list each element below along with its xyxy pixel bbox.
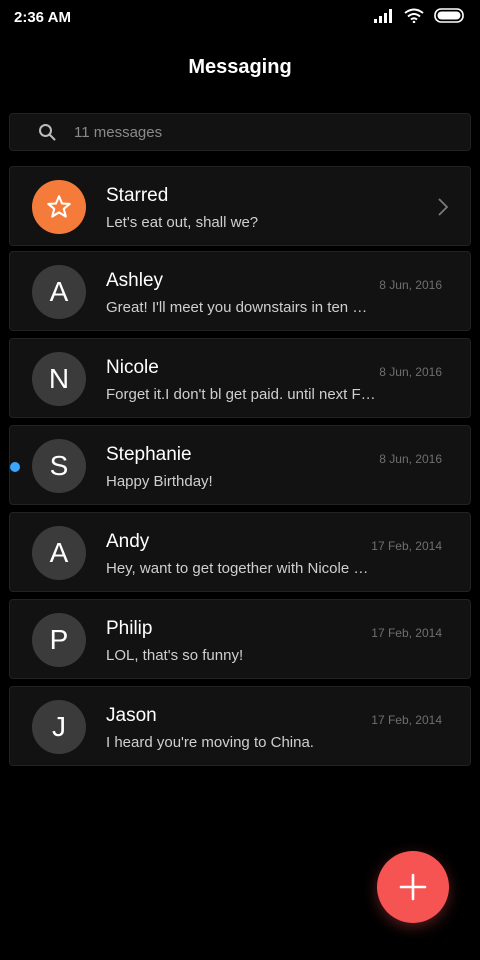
star-icon — [47, 195, 71, 218]
conversation-date: 8 Jun, 2016 — [379, 452, 442, 466]
conversation-name: Jason — [106, 705, 157, 726]
avatar: A — [32, 526, 86, 580]
conversation-snippet: I heard you're moving to China. — [106, 734, 314, 751]
status-icons — [374, 8, 466, 23]
page-title: Messaging — [188, 56, 292, 78]
search-bar[interactable]: 11 messages — [9, 113, 471, 151]
battery-icon — [434, 8, 464, 23]
conversation-snippet: Happy Birthday! — [106, 473, 213, 490]
conversation-date: 17 Feb, 2014 — [371, 626, 442, 640]
conversation-snippet: Let's eat out, shall we? — [106, 214, 259, 231]
conversation-name: Stephanie — [106, 444, 192, 465]
conversation-snippet: Forget it.I don't bl get paid. until nex… — [106, 386, 376, 403]
conversation-snippet: LOL, that's so funny! — [106, 647, 244, 664]
chevron-right-icon — [438, 198, 449, 216]
conversation-date: 17 Feb, 2014 — [371, 713, 442, 727]
conversation-name: Nicole — [106, 357, 159, 378]
conversation-name: Starred — [106, 185, 169, 206]
conversation-name: Philip — [106, 618, 153, 639]
search-placeholder: 11 messages — [74, 123, 163, 141]
plus-icon — [399, 873, 427, 901]
conversation-row[interactable]: A Andy 17 Feb, 2014 Hey, want to get tog… — [9, 512, 471, 592]
starred-row[interactable]: Starred Let's eat out, shall we? — [9, 166, 471, 246]
starred-avatar — [32, 180, 86, 234]
unread-indicator — [10, 462, 20, 472]
new-message-button[interactable] — [377, 851, 449, 923]
conversation-row[interactable]: P Philip 17 Feb, 2014 LOL, that's so fun… — [9, 599, 471, 679]
conversation-date: 17 Feb, 2014 — [371, 539, 442, 553]
wifi-icon — [404, 8, 424, 23]
conversation-row[interactable]: N Nicole 8 Jun, 2016 Forget it.I don't b… — [9, 338, 471, 418]
avatar: A — [32, 265, 86, 319]
conversation-snippet: Great! I'll meet you downstairs in ten … — [106, 299, 368, 316]
conversation-row[interactable]: J Jason 17 Feb, 2014 I heard you're movi… — [9, 686, 471, 766]
conversation-row[interactable]: S Stephanie 8 Jun, 2016 Happy Birthday! — [9, 425, 471, 505]
avatar: S — [32, 439, 86, 493]
avatar: N — [32, 352, 86, 406]
conversation-name: Andy — [106, 531, 150, 552]
signal-icon — [374, 8, 392, 23]
conversation-name: Ashley — [106, 270, 164, 291]
conversation-date: 8 Jun, 2016 — [379, 278, 442, 292]
avatar: J — [32, 700, 86, 754]
search-icon — [39, 124, 56, 141]
conversation-row[interactable]: A Ashley 8 Jun, 2016 Great! I'll meet yo… — [9, 251, 471, 331]
avatar: P — [32, 613, 86, 667]
status-bar: 2:36 AM — [0, 0, 480, 34]
conversation-date: 8 Jun, 2016 — [379, 365, 442, 379]
conversation-snippet: Hey, want to get together with Nicole … — [106, 560, 369, 577]
status-time: 2:36 AM — [14, 9, 71, 26]
